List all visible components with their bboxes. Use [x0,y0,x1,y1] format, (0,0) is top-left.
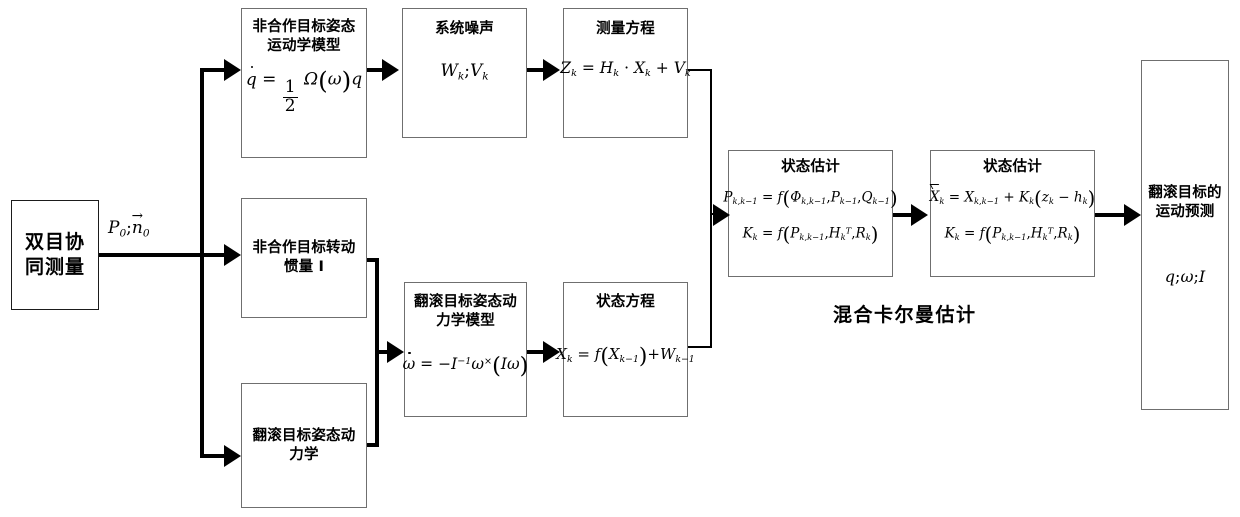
node-state-estimation-update-equation-2: Kk = f(Pk,k−1,HkT,Rk) [944,222,1081,246]
node-binocular-measurement[interactable]: 双目协 同测量 [11,200,99,310]
node-state-estimation-update-label: 状态估计 [983,159,1042,175]
node-measurement-equation-equation: Zk = Hk · Xk + Vk [560,58,691,79]
node-state-estimation-predict-equation-1: Pk,k−1 = f(Φk,k−1,Pk−1,Qk−1) [723,186,898,210]
node-measurement-equation-label: 测量方程 [596,21,655,37]
arrowhead-to-state-equation [543,341,560,363]
arrowhead-to-kinematics [224,59,241,81]
node-rotational-inertia-label: 非合作目标转动 惯量 I [252,240,356,275]
edge-distribution-bus [200,68,204,458]
arrowhead-to-state-estimation-2 [911,204,928,226]
node-rotational-inertia[interactable]: 非合作目标转动 惯量 I [241,198,367,318]
node-motion-prediction-label: 翻滚目标的 运动预测 [1148,185,1222,220]
node-state-estimation-predict-label: 状态估计 [781,159,840,175]
node-attitude-kinematics-model-label: 非合作目标姿态 运动学模型 [252,19,356,54]
arrowhead-to-prediction [1124,204,1141,226]
arrowhead-to-state-estimation-1 [713,204,730,226]
node-system-noise-equation: Wk;Vk [440,60,489,82]
node-system-noise[interactable]: 系统噪声 Wk;Vk [402,8,527,138]
node-motion-prediction-equation: q;ω;I [1164,266,1206,286]
node-motion-prediction[interactable]: 翻滚目标的 运动预测 q;ω;I [1141,60,1229,410]
node-system-noise-label: 系统噪声 [435,21,494,37]
node-state-equation-equation: Xk = f(Xk−1)+Wk−1 [556,343,695,369]
node-attitude-kinematics-model-equation: q = 12 Ω(ω)q [245,65,363,117]
arrowhead-to-dynamics-model [387,341,404,363]
node-state-estimation-update-equation-1: Xk = Xk,k−1 + Kk(zk − hk) [929,186,1096,210]
node-state-estimation-predict[interactable]: 状态估计 Pk,k−1 = f(Φk,k−1,Pk−1,Qk−1) Kk = f… [723,150,898,277]
node-tumbling-attitude-dynamics[interactable]: 翻滚目标姿态动 力学 [241,383,367,508]
node-tumbling-dynamics-model-equation: ω = −I−1ω×(Iω) [402,351,529,380]
node-binocular-measurement-label: 双目协 同测量 [24,231,85,278]
edge-measurement-eq-to-merge [688,69,712,71]
node-attitude-kinematics-model[interactable]: 非合作目标姿态 运动学模型 q = 12 Ω(ω)q [241,8,367,158]
node-measurement-equation[interactable]: 测量方程 Zk = Hk · Xk + Vk [560,8,691,138]
edge-kalman-merge-bus [710,69,712,348]
arrowhead-to-inertia [224,244,241,266]
arrowhead-to-measurement-equation [543,59,560,81]
edge-label-initial-state: P0;n0 [108,208,150,239]
node-tumbling-dynamics-model-label: 翻滚目标姿态动 力学模型 [414,294,517,329]
section-title-hybrid-kalman: 混合卡尔曼估计 [833,304,977,326]
node-state-equation-label: 状态方程 [596,294,655,310]
flowchart-canvas: P0;n0 双目协 同测量 非合作目标姿态 运动学模型 q = 12 Ω(ω)q… [0,0,1240,517]
node-state-estimation-predict-equation-2: Kk = f(Pk,k−1,HkT,Rk) [742,222,879,246]
node-state-equation[interactable]: 状态方程 Xk = f(Xk−1)+Wk−1 [556,282,695,417]
node-state-estimation-update[interactable]: 状态估计 Xk = Xk,k−1 + Kk(zk − hk) Kk = f(Pk… [930,150,1095,277]
arrowhead-to-tumbling-dynamics [224,445,241,467]
node-tumbling-dynamics-model[interactable]: 翻滚目标姿态动 力学模型 ω = −I−1ω×(Iω) [402,282,529,417]
arrowhead-to-system-noise [382,59,399,81]
node-tumbling-attitude-dynamics-label: 翻滚目标姿态动 力学 [252,427,356,463]
edge-measurement-to-bus [99,253,204,257]
